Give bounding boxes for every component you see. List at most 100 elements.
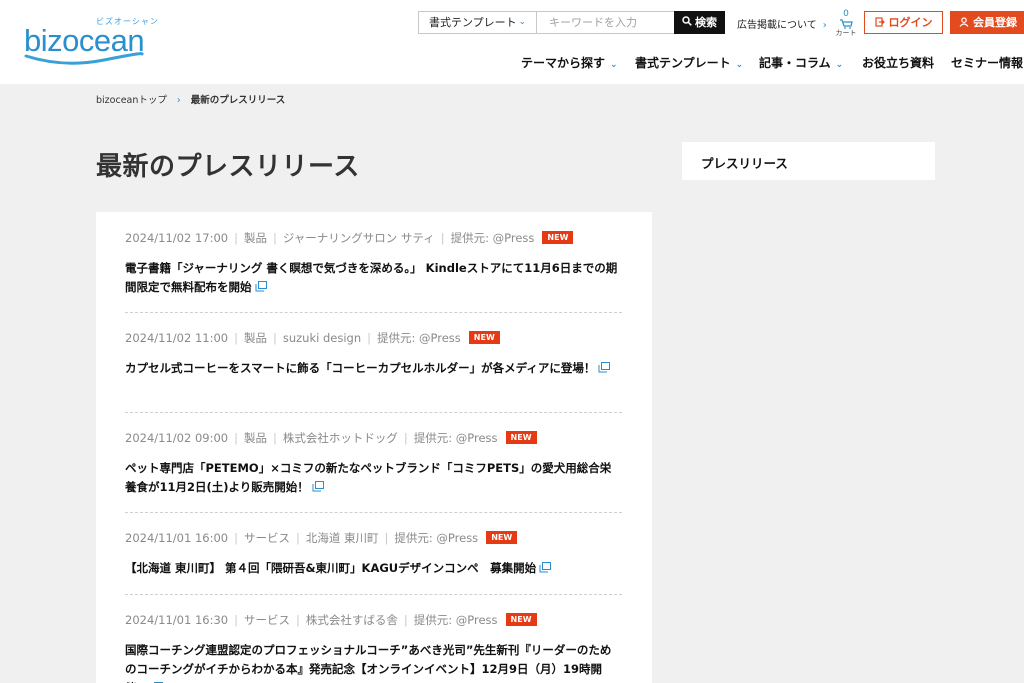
nav-articles[interactable]: 記事・コラム ⌄: [759, 54, 843, 72]
list-item: 2024/11/02 17:00 | 製品 | ジャーナリングサロン サティ | 提供元: …: [125, 229, 622, 297]
item-title-link[interactable]: カプセル式コーヒーをスマートに飾る「コーヒーカプセルホルダー」が各メディアに登場…: [125, 359, 622, 378]
nav-templates-label: 書式テンプレート: [635, 56, 731, 70]
item-provider-prefix: 提供元:: [413, 613, 456, 627]
nav-templates[interactable]: 書式テンプレート ⌄: [635, 54, 743, 72]
item-provider: @Press: [436, 531, 479, 545]
item-provider-prefix: 提供元:: [450, 231, 493, 245]
breadcrumb: bizoceanトップ › 最新のプレスリリース: [96, 92, 285, 106]
search-category-select[interactable]: 書式テンプレート ⌄: [419, 12, 537, 33]
item-title-link[interactable]: ペット専門店「PETEMO」×コミフの新たなペットブランド「コミフPETS」の愛…: [125, 459, 622, 497]
new-badge: NEW: [505, 431, 537, 444]
nav-theme-label: テーマから探す: [521, 56, 606, 70]
login-button[interactable]: ログイン: [864, 11, 943, 34]
divider: [125, 512, 622, 513]
list-item: 2024/11/02 09:00 | 製品 | 株式会社ホットドッグ | 提供元: @Pre…: [125, 429, 622, 497]
nav-seminars[interactable]: セミナー情報: [951, 54, 1023, 72]
external-link-icon: [598, 362, 611, 373]
site-header: ビズオーシャン bizocean 書式テンプレート ⌄ 検索 広告掲載について ›…: [0, 0, 1024, 84]
item-company: 株式会社ホットドッグ: [282, 431, 398, 445]
item-category: 製品: [243, 331, 267, 345]
ad-link-label: 広告掲載について: [737, 20, 817, 31]
nav-articles-label: 記事・コラム: [759, 56, 831, 70]
item-provider-prefix: 提供元:: [394, 531, 437, 545]
chevron-right-icon: ›: [176, 95, 181, 106]
page-title: 最新のプレスリリース: [96, 152, 360, 182]
chevron-down-icon: ⌄: [518, 17, 526, 27]
item-company: ジャーナリングサロン サティ: [282, 231, 435, 245]
external-link-icon: [255, 281, 267, 292]
divider: [125, 312, 622, 313]
item-company: suzuki design: [282, 331, 362, 345]
nav-seminars-label: セミナー情報: [951, 56, 1024, 70]
item-title: ペット専門店「PETEMO」×コミフの新たなペットブランド「コミフPETS」の愛…: [125, 461, 612, 494]
item-meta: 2024/11/02 17:00 | 製品 | ジャーナリングサロン サティ | 提供元: …: [125, 229, 622, 247]
user-icon: [959, 17, 969, 27]
item-title: 【北海道 東川町】 第４回「隈研吾&東川町」KAGUデザインコンペ 募集開始: [125, 561, 537, 575]
item-title: 電子書籍「ジャーナリング 書く瞑想で気づきを深める。」 Kindleストアにて1…: [125, 261, 618, 294]
list-item: 2024/11/02 11:00 | 製品 | suzuki design | 提供元: @…: [125, 329, 622, 378]
wave-icon: [24, 52, 144, 65]
item-meta: 2024/11/01 16:00 | サービス | 北海道 東川町 | 提供元: @Pres…: [125, 529, 622, 547]
sidebar-title: プレスリリース: [701, 156, 788, 171]
search-category-label: 書式テンプレート: [429, 16, 517, 29]
cart-button[interactable]: 0 カート: [833, 10, 859, 40]
cart-label: カート: [835, 29, 857, 37]
login-icon: [874, 17, 885, 27]
ad-link[interactable]: 広告掲載について ›: [737, 16, 827, 31]
new-badge: NEW: [468, 331, 500, 344]
bizocean-logo[interactable]: ビズオーシャン bizocean: [24, 16, 158, 66]
item-category: 製品: [243, 231, 267, 245]
chevron-down-icon: ⌄: [835, 60, 844, 70]
nav-theme[interactable]: テーマから探す ⌄: [521, 54, 618, 72]
item-datetime: 2024/11/02 09:00: [125, 431, 229, 445]
new-badge: NEW: [505, 613, 537, 626]
list-item: 2024/11/01 16:30 | サービス | 株式会社すばる舎 | 提供元: @Pre…: [125, 611, 622, 683]
cart-count: 0: [843, 9, 849, 19]
press-release-list: 2024/11/02 17:00 | 製品 | ジャーナリングサロン サティ | 提供元: …: [96, 212, 652, 683]
item-title-link[interactable]: 【北海道 東川町】 第４回「隈研吾&東川町」KAGUデザインコンペ 募集開始: [125, 559, 622, 578]
breadcrumb-home[interactable]: bizoceanトップ: [96, 95, 167, 106]
search-input[interactable]: [537, 12, 674, 33]
chevron-down-icon: ⌄: [735, 60, 744, 70]
login-label: ログイン: [888, 16, 933, 29]
register-label: 会員登録: [973, 16, 1017, 29]
search-button[interactable]: 検索: [674, 11, 725, 34]
item-datetime: 2024/11/02 11:00: [125, 331, 229, 345]
item-meta: 2024/11/01 16:30 | サービス | 株式会社すばる舎 | 提供元: @Pre…: [125, 611, 622, 629]
item-provider-prefix: 提供元:: [376, 331, 420, 345]
register-button[interactable]: 会員登録: [950, 11, 1024, 34]
item-company: 株式会社すばる舎: [305, 613, 398, 627]
item-datetime: 2024/11/01 16:00: [125, 531, 229, 545]
divider: [125, 412, 622, 413]
item-meta: 2024/11/02 09:00 | 製品 | 株式会社ホットドッグ | 提供元: @Pre…: [125, 429, 622, 447]
nav-resources-label: お役立ち資料: [862, 56, 935, 70]
chevron-right-icon: ›: [822, 20, 827, 31]
item-provider: @Press: [455, 431, 498, 445]
breadcrumb-current: 最新のプレスリリース: [190, 95, 286, 106]
item-company: 北海道 東川町: [305, 531, 379, 545]
item-title: カプセル式コーヒーをスマートに飾る「コーヒーカプセルホルダー」が各メディアに登場…: [125, 361, 596, 375]
search-icon: [682, 16, 692, 26]
item-title-link[interactable]: 電子書籍「ジャーナリング 書く瞑想で気づきを深める。」 Kindleストアにて1…: [125, 259, 622, 297]
external-link-icon: [312, 481, 324, 492]
item-category: サービス: [243, 531, 290, 545]
item-datetime: 2024/11/02 17:00: [125, 231, 229, 245]
item-provider: @Press: [492, 231, 535, 245]
item-meta: 2024/11/02 11:00 | 製品 | suzuki design | 提供元: @…: [125, 329, 622, 347]
divider: [125, 594, 622, 595]
new-badge: NEW: [542, 231, 574, 244]
search-button-label: 検索: [695, 16, 717, 29]
item-provider: @Press: [455, 613, 498, 627]
list-item: 2024/11/01 16:00 | サービス | 北海道 東川町 | 提供元: @Pres…: [125, 529, 622, 578]
search-bar: 書式テンプレート ⌄ 検索: [418, 11, 725, 34]
nav-resources[interactable]: お役立ち資料: [862, 54, 934, 72]
item-datetime: 2024/11/01 16:30: [125, 613, 229, 627]
chevron-down-icon: ⌄: [610, 60, 618, 70]
external-link-icon: [539, 562, 552, 573]
sidebar-press-release: プレスリリース: [682, 142, 935, 180]
item-provider: @Press: [419, 331, 461, 345]
item-title: 国際コーチング連盟認定のプロフェッショナルコーチ”あべき光司”先生新刊『リーダー…: [125, 643, 612, 683]
item-title-link[interactable]: 国際コーチング連盟認定のプロフェッショナルコーチ”あべき光司”先生新刊『リーダー…: [125, 641, 622, 683]
new-badge: NEW: [486, 531, 518, 544]
item-category: サービス: [243, 613, 290, 627]
